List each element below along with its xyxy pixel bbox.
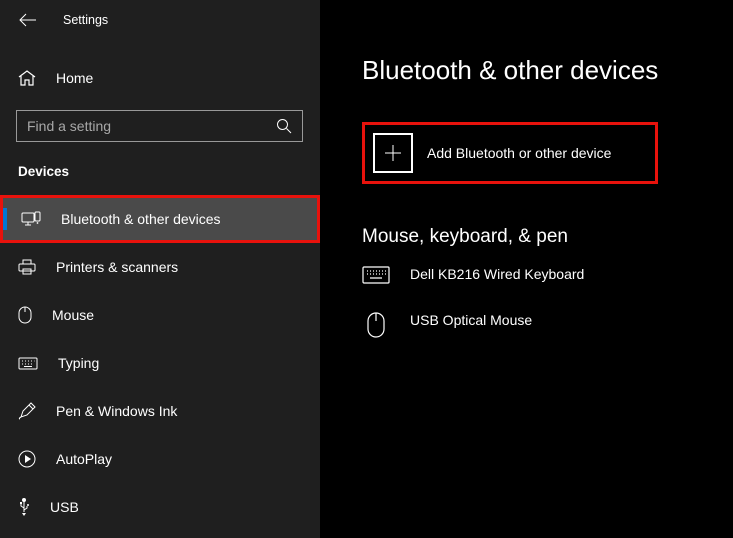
nav-item-mouse[interactable]: Mouse: [0, 291, 320, 339]
search-input[interactable]: [16, 110, 303, 142]
autoplay-icon: [18, 450, 36, 468]
nav-item-pen[interactable]: Pen & Windows Ink: [0, 387, 320, 435]
plus-icon: [373, 133, 413, 173]
add-device-label: Add Bluetooth or other device: [427, 145, 611, 161]
window-title: Settings: [63, 13, 108, 27]
page-title: Bluetooth & other devices: [362, 55, 733, 86]
nav-label: USB: [50, 499, 79, 515]
devices-icon: [21, 211, 41, 227]
keyboard-icon: [18, 357, 38, 370]
nav-item-typing[interactable]: Typing: [0, 339, 320, 387]
add-device-button[interactable]: Add Bluetooth or other device: [362, 122, 658, 184]
active-accent: [3, 208, 7, 230]
usb-icon: [18, 497, 30, 517]
mouse-icon: [18, 306, 32, 324]
search-container: [0, 100, 320, 142]
nav-item-printers[interactable]: Printers & scanners: [0, 243, 320, 291]
nav-item-bluetooth[interactable]: Bluetooth & other devices: [0, 195, 320, 243]
pen-icon: [18, 402, 36, 420]
nav-label: Bluetooth & other devices: [61, 211, 221, 227]
nav-label: Mouse: [52, 307, 94, 323]
back-icon[interactable]: [19, 13, 37, 27]
search-field[interactable]: [27, 118, 267, 134]
nav-label: Pen & Windows Ink: [56, 403, 177, 419]
search-icon: [276, 118, 292, 134]
mouse-icon: [362, 312, 390, 338]
main-panel: Bluetooth & other devices Add Bluetooth …: [320, 0, 733, 538]
sidebar: Settings Home Devices Bluetooth & other …: [0, 0, 320, 538]
section-label: Devices: [0, 142, 320, 187]
device-label: Dell KB216 Wired Keyboard: [410, 266, 584, 282]
nav-label: Printers & scanners: [56, 259, 178, 275]
nav-item-usb[interactable]: USB: [0, 483, 320, 531]
keyboard-icon: [362, 266, 390, 284]
nav-list: Bluetooth & other devices Printers & sca…: [0, 195, 320, 531]
printer-icon: [18, 259, 36, 275]
nav-label: Typing: [58, 355, 99, 371]
home-icon: [18, 70, 36, 86]
nav-label: AutoPlay: [56, 451, 112, 467]
nav-item-autoplay[interactable]: AutoPlay: [0, 435, 320, 483]
section-title: Mouse, keyboard, & pen: [362, 226, 733, 248]
device-item-mouse[interactable]: USB Optical Mouse: [362, 312, 733, 338]
titlebar: Settings: [0, 0, 320, 40]
device-label: USB Optical Mouse: [410, 312, 532, 328]
home-button[interactable]: Home: [0, 56, 320, 100]
device-item-keyboard[interactable]: Dell KB216 Wired Keyboard: [362, 266, 733, 284]
home-label: Home: [56, 70, 93, 86]
